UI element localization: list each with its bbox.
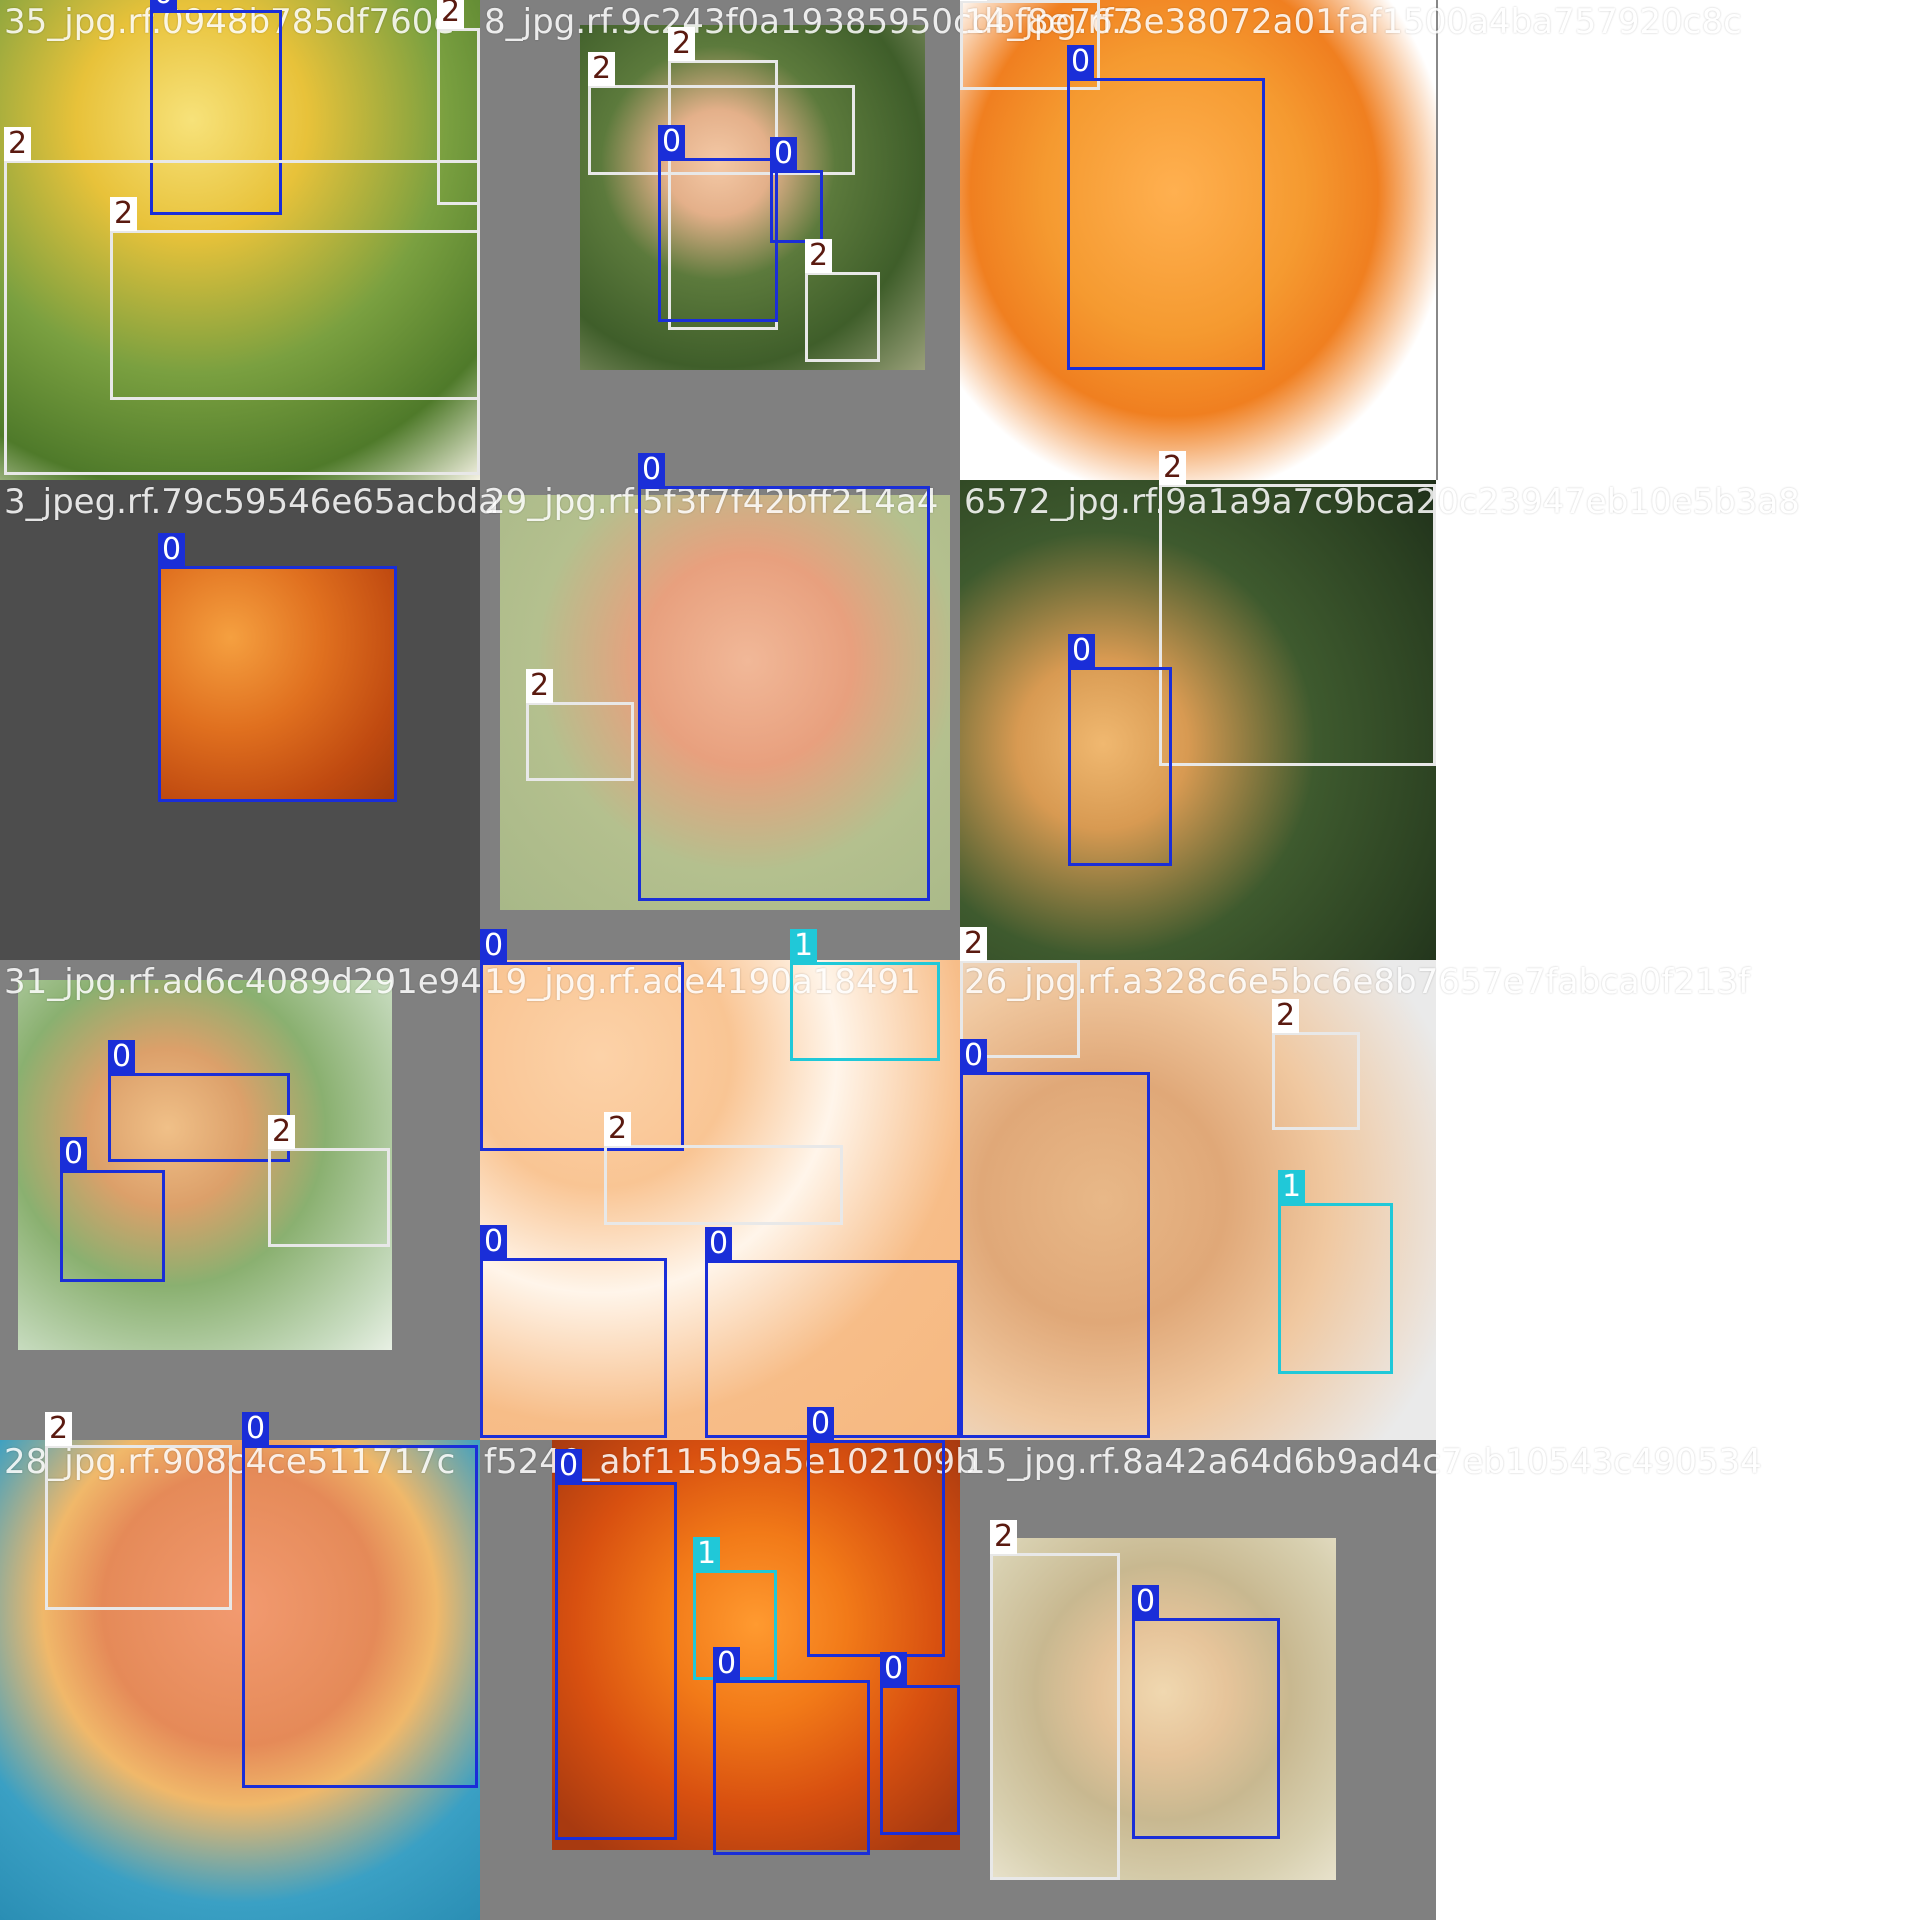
mosaic-tile: 15_jpg.rf.8a42a64d6b9ad4c7eb10543c490534… (960, 1440, 1762, 1920)
bbox-class-label: 2 (1272, 999, 1300, 1033)
bbox-class-label: 0 (1132, 1585, 1160, 1619)
bbox-class-label: 0 (480, 929, 508, 963)
mosaic-tile: f5240_abf115b9a5e102109b 0 0 1 0 0 (480, 1407, 977, 1920)
bbox-class-label: 1 (1278, 1170, 1306, 1204)
bbox-class-label: 0 (480, 1225, 508, 1259)
bbox-class-0: 0 (1068, 634, 1172, 866)
bbox-class-2: 2 (604, 1112, 843, 1225)
bbox-class-label: 2 (805, 239, 833, 273)
bbox-class-0: 0 (158, 533, 397, 802)
bbox-class-label: 0 (960, 1039, 988, 1073)
bbox-class-label: 1 (790, 929, 818, 963)
bbox-class-label: 2 (604, 1112, 632, 1146)
bbox-class-0: 0 (770, 137, 823, 243)
mosaic-tile: 14_jpg.rf.3e38072a01faf1500a4ba757920c8c… (960, 0, 1742, 480)
bbox-class-label: 0 (713, 1647, 741, 1681)
bbox-class-label: 2 (960, 927, 988, 961)
bbox-class-label: 0 (108, 1040, 136, 1074)
bbox-class-label: 2 (668, 27, 696, 61)
bbox-class-0: 0 (880, 1652, 960, 1835)
bbox-class-0: 0 (807, 1407, 945, 1657)
bbox-class-0: 0 (713, 1647, 870, 1855)
bbox-class-label: 0 (1067, 45, 1095, 79)
bbox-class-2: 2 (805, 239, 880, 362)
bbox-class-label: 2 (268, 1115, 296, 1149)
bbox-class-label: 2 (110, 197, 138, 231)
bbox-class-label: 0 (638, 453, 666, 487)
bbox-class-2: 2 (45, 1412, 232, 1610)
bbox-class-0: 0 (960, 1039, 1150, 1438)
bbox-class-label: 2 (1159, 451, 1187, 485)
bbox-class-label: 2 (990, 1520, 1018, 1554)
mosaic-tile: 3_jpeg.rf.79c59546e65acbda 0 (0, 480, 499, 960)
bbox-class-label: 1 (693, 1537, 721, 1571)
bbox-class-2: 2 (1272, 999, 1360, 1130)
bbox-class-0: 0 (638, 453, 930, 901)
bbox-class-2: 2 (1159, 451, 1436, 766)
bbox-class-0: 0 (108, 1040, 290, 1162)
bbox-class-label: 0 (242, 1412, 270, 1446)
bbox-class-0: 0 (555, 1449, 677, 1840)
mosaic-tile: 28_jpg.rf.908c4ce511717c 2 0 (0, 1412, 480, 1920)
bbox-class-label: 2 (526, 669, 554, 703)
bbox-class-label: 2 (437, 0, 465, 29)
bbox-class-label: 0 (770, 137, 798, 171)
bbox-class-label: 2 (588, 52, 616, 86)
bbox-class-2: 2 (526, 669, 634, 781)
bbox-class-2: 2 (268, 1115, 390, 1247)
bbox-class-label: 0 (880, 1652, 908, 1686)
bbox-class-label: 0 (1068, 634, 1096, 668)
bbox-class-label: 0 (150, 0, 178, 11)
bbox-class-0: 0 (480, 1225, 667, 1438)
bbox-class-label: 0 (158, 533, 186, 567)
bbox-class-label: 2 (4, 127, 32, 161)
bbox-class-label: 0 (807, 1407, 835, 1441)
mosaic-tile: 6572_jpg.rf.9a1a9a7c9bca20c23947eb10e5b3… (960, 451, 1800, 960)
bbox-class-1: 1 (1278, 1170, 1393, 1374)
bbox-class-0: 0 (1067, 45, 1265, 370)
bbox-class-2: 2 (110, 197, 480, 400)
mosaic-tile: 26_jpg.rf.a328c6e5bc6e8b7657e7fabca0f213… (960, 927, 1750, 1440)
bbox-class-0: 0 (1132, 1585, 1280, 1839)
mosaic-tile: 19_jpg.rf.ade4190a18491 0 1 2 0 0 (480, 929, 960, 1440)
bbox-class-0: 0 (658, 125, 778, 322)
bbox-class-0: 0 (480, 929, 684, 1151)
mosaic-tile: 35_jpg.rf.0948b785df760e0222 (0, 0, 480, 480)
bbox-class-label: 0 (705, 1227, 733, 1261)
tile-divider-line (1436, 0, 1438, 480)
bbox-class-label: 0 (60, 1137, 88, 1171)
bbox-class-1: 1 (790, 929, 940, 1061)
bbox-class-0: 0 (242, 1412, 478, 1788)
bbox-class-label: 0 (555, 1449, 583, 1483)
detection-mosaic: 35_jpg.rf.0948b785df760e02228_jpg.rf.9c2… (0, 0, 1920, 1920)
mosaic-tile: 29_jpg.rf.5f3f7f42bff214a4 0 2 (480, 453, 960, 960)
bbox-class-0: 0 (60, 1137, 165, 1282)
bbox-class-label: 2 (960, 0, 988, 1)
bbox-class-2: 2 (990, 1520, 1120, 1880)
mosaic-tile: 31_jpg.rf.ad6c4089d291e94 0 0 2 (0, 960, 482, 1440)
mosaic-tile: 8_jpg.rf.9c243f0a19385950cdbf8e767 2 2 0 0 2 (480, 0, 1134, 480)
bbox-class-label: 2 (45, 1412, 73, 1446)
bbox-class-label: 0 (658, 125, 686, 159)
